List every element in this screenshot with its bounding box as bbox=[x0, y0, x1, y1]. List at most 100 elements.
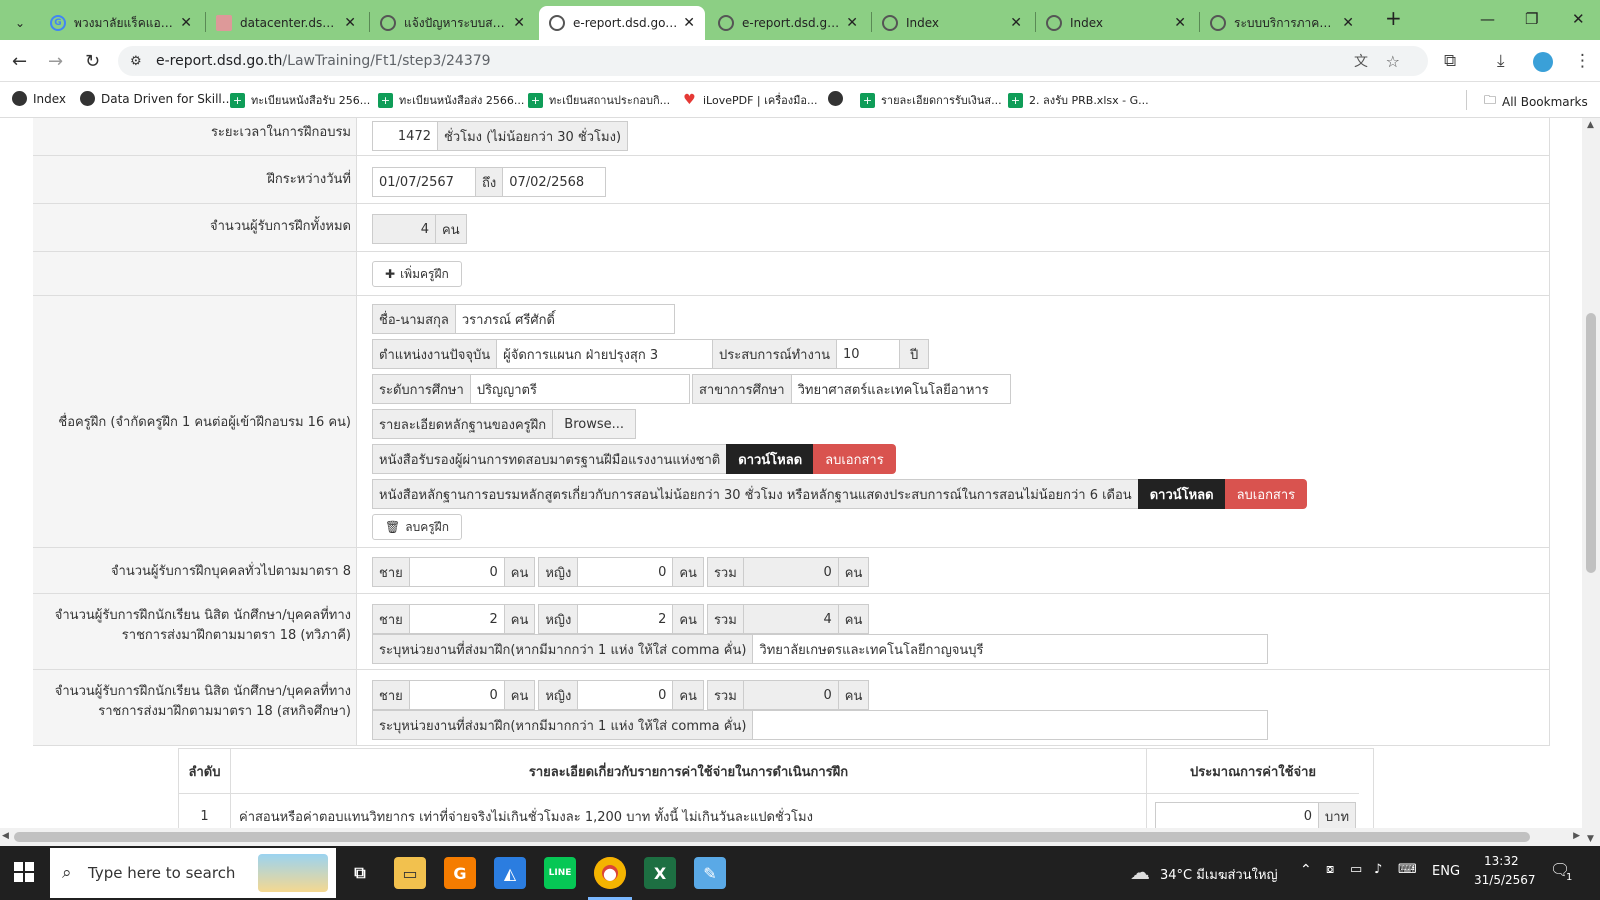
weather-icon[interactable]: ☁ bbox=[1130, 860, 1150, 884]
bookmark-income-details[interactable]: + รายละเอียดการรับเงินส... bbox=[860, 91, 1002, 109]
all-bookmarks[interactable]: 🗀 All Bookmarks bbox=[1484, 91, 1588, 112]
tab-search-button[interactable]: ⌄ bbox=[4, 6, 36, 40]
clock-date[interactable]: 31/5/2567 bbox=[1474, 873, 1536, 887]
restore-button[interactable]: ❐ bbox=[1525, 10, 1538, 28]
bookmark-send-register[interactable]: + ทะเบียนหนังสือส่ง 2566... bbox=[378, 91, 524, 109]
close-icon[interactable]: ✕ bbox=[846, 15, 858, 31]
weather-text[interactable]: 34°C มีเมฆส่วนใหญ่ bbox=[1160, 864, 1278, 885]
coop-agency-label: ระบุหน่วยงานที่ส่งมาฝึก(หากมีมากกว่า 1 แ… bbox=[372, 710, 754, 740]
dual-female-label: หญิง bbox=[538, 604, 579, 634]
photos-icon[interactable]: ◭ bbox=[494, 857, 526, 889]
scroll-right-icon[interactable]: ▶ bbox=[1573, 831, 1580, 841]
url-bar[interactable]: ⚙ e-report.dsd.go.th/LawTraining/Ft1/ste… bbox=[118, 46, 1428, 76]
star-icon[interactable]: ☆ bbox=[1386, 52, 1400, 71]
file-explorer-icon[interactable]: ▭ bbox=[394, 857, 426, 889]
tab-2[interactable]: datacenter.dsd.go ✕ bbox=[206, 6, 366, 40]
coop-female-input[interactable]: 0 bbox=[577, 680, 674, 710]
extensions-icon[interactable]: ⧉ bbox=[1444, 51, 1456, 71]
dual-total-unit: คน bbox=[837, 604, 870, 634]
cert1-delete-button[interactable]: ลบเอกสาร bbox=[813, 444, 896, 474]
download-icon[interactable]: ⤓ bbox=[1497, 51, 1505, 71]
scroll-up-icon[interactable]: ▲ bbox=[1587, 120, 1594, 130]
forward-icon[interactable]: → bbox=[48, 51, 63, 72]
cert2-delete-button[interactable]: ลบเอกสาร bbox=[1224, 479, 1308, 509]
language-indicator[interactable]: ENG bbox=[1432, 864, 1460, 879]
tab-6[interactable]: Index ✕ bbox=[872, 6, 1032, 40]
close-icon[interactable]: ✕ bbox=[1342, 15, 1354, 31]
scroll-down-icon[interactable]: ▼ bbox=[1587, 834, 1594, 844]
menu-icon[interactable]: ⋮ bbox=[1574, 51, 1591, 71]
clock-time[interactable]: 13:32 bbox=[1484, 854, 1519, 868]
coop-female-label: หญิง bbox=[538, 680, 579, 710]
cert2-download-button[interactable]: ดาวน์โหลด bbox=[1137, 479, 1226, 509]
period-to-input[interactable]: 07/02/2568 bbox=[502, 167, 607, 197]
horizontal-scroll-thumb[interactable] bbox=[14, 832, 1530, 842]
paint-icon[interactable]: ✎ bbox=[694, 857, 726, 889]
profile-avatar[interactable] bbox=[1533, 52, 1553, 72]
start-button[interactable] bbox=[14, 862, 34, 882]
task-view-icon[interactable]: ⧉ bbox=[344, 857, 376, 889]
minimize-button[interactable]: — bbox=[1480, 10, 1495, 28]
cert1-download-button[interactable]: ดาวน์โหลด bbox=[726, 444, 815, 474]
bookmark-index[interactable]: Index bbox=[12, 91, 66, 106]
trainer-position-input[interactable]: ผู้จัดการแผนก ฝ่ายปรุงสุก 3 bbox=[496, 339, 717, 369]
dual-female-input[interactable]: 2 bbox=[577, 604, 674, 634]
scroll-left-icon[interactable]: ◀ bbox=[2, 831, 9, 841]
bookmark-establishment[interactable]: + ทะเบียนสถานประกอบกิ... bbox=[528, 91, 670, 109]
trainer-edu-field-input[interactable]: วิทยาศาสตร์และเทคโนโลยีอาหาร bbox=[790, 374, 1011, 404]
taskbar-search[interactable]: ⌕ Type here to search bbox=[50, 848, 336, 898]
trainer-name-input[interactable]: วราภรณ์ ศรีศักดิ์ bbox=[454, 304, 675, 334]
network-icon[interactable]: ⧇ bbox=[1326, 862, 1334, 877]
horizontal-scrollbar[interactable]: ◀ ▶ bbox=[0, 828, 1582, 846]
bookmark-prb-xlsx[interactable]: +2. ลงรับ PRB.xlsx - G... bbox=[1008, 91, 1149, 109]
reload-icon[interactable]: ↻ bbox=[85, 51, 100, 72]
tab-3[interactable]: แจ้งปัญหาระบบสารสน ✕ bbox=[370, 6, 535, 40]
volume-icon[interactable]: ♪ bbox=[1374, 862, 1382, 877]
tab-5[interactable]: e-report.dsd.go.th ✕ bbox=[708, 6, 868, 40]
chrome-icon[interactable]: ● bbox=[594, 857, 626, 889]
close-icon[interactable]: ✕ bbox=[1010, 15, 1022, 31]
new-tab-button[interactable]: + bbox=[1385, 6, 1402, 30]
coop-agency-input[interactable] bbox=[752, 710, 1269, 740]
bookmark-receive-register[interactable]: + ทะเบียนหนังสือรับ 256... bbox=[230, 91, 370, 109]
line-icon[interactable]: LINE bbox=[544, 857, 576, 889]
coop-male-input[interactable]: 0 bbox=[408, 680, 505, 710]
tab-8[interactable]: ระบบบริการภาครัฐแห่ ✕ bbox=[1200, 6, 1364, 40]
bookmark-data-driven[interactable]: Data Driven for Skill... bbox=[80, 91, 233, 106]
duration-input[interactable]: 1472 bbox=[372, 121, 438, 151]
close-icon[interactable]: ✕ bbox=[180, 15, 192, 31]
dual-agency-input[interactable]: วิทยาลัยเกษตรและเทคโนโลยีกาญจนบุรี bbox=[752, 634, 1269, 664]
close-icon[interactable]: ✕ bbox=[344, 15, 356, 31]
vertical-scrollbar[interactable]: ▲ ▼ bbox=[1582, 118, 1600, 846]
bookmark-globe[interactable] bbox=[828, 91, 849, 106]
translate-icon[interactable]: 文 bbox=[1354, 51, 1368, 71]
browse-button[interactable]: Browse... bbox=[552, 409, 637, 439]
period-from-input[interactable]: 01/07/2567 bbox=[372, 167, 476, 197]
trainer-edu-level-input[interactable]: ปริญญาตรี bbox=[469, 374, 690, 404]
close-icon[interactable]: ✕ bbox=[683, 15, 695, 31]
vertical-scroll-thumb[interactable] bbox=[1586, 313, 1596, 573]
back-icon[interactable]: ← bbox=[12, 51, 27, 72]
keyboard-icon[interactable]: ⌨ bbox=[1398, 862, 1417, 877]
close-icon[interactable]: ✕ bbox=[1174, 15, 1186, 31]
tray-chevron-icon[interactable]: ⌃ bbox=[1300, 862, 1312, 878]
site-info-icon[interactable]: ⚙ bbox=[130, 54, 142, 69]
amount-input[interactable]: 0 bbox=[1155, 801, 1319, 832]
app-g-icon[interactable]: G bbox=[444, 857, 476, 889]
general-female-input[interactable]: 0 bbox=[577, 557, 674, 587]
close-window-button[interactable]: ✕ bbox=[1572, 10, 1585, 28]
excel-icon[interactable]: X bbox=[644, 857, 676, 889]
close-icon[interactable]: ✕ bbox=[513, 15, 525, 31]
dual-male-input[interactable]: 2 bbox=[408, 604, 505, 634]
tab-4-active[interactable]: e-report.dsd.go.th ✕ bbox=[539, 6, 705, 40]
general-male-input[interactable]: 0 bbox=[408, 557, 505, 587]
tab-7[interactable]: Index ✕ bbox=[1036, 6, 1196, 40]
dual-total-input: 4 bbox=[742, 604, 839, 634]
tab-1[interactable]: G พวงมาลัยแร็คแอนด์พิ ✕ bbox=[40, 6, 202, 40]
bookmark-ilovepdf[interactable]: ♥ iLovePDF | เครื่องมือ... bbox=[682, 91, 817, 109]
delete-trainer-button[interactable]: 🗑 ลบครูฝึก bbox=[372, 514, 462, 540]
display-icon[interactable]: ▭ bbox=[1350, 862, 1362, 877]
trainer-name-group: ชื่อ-นามสกุล วราภรณ์ ศรีศักดิ์ bbox=[372, 304, 675, 334]
add-trainer-button[interactable]: ✚ เพิ่มครูฝึก bbox=[372, 261, 462, 287]
trainer-experience-input[interactable]: 10 bbox=[836, 339, 901, 369]
